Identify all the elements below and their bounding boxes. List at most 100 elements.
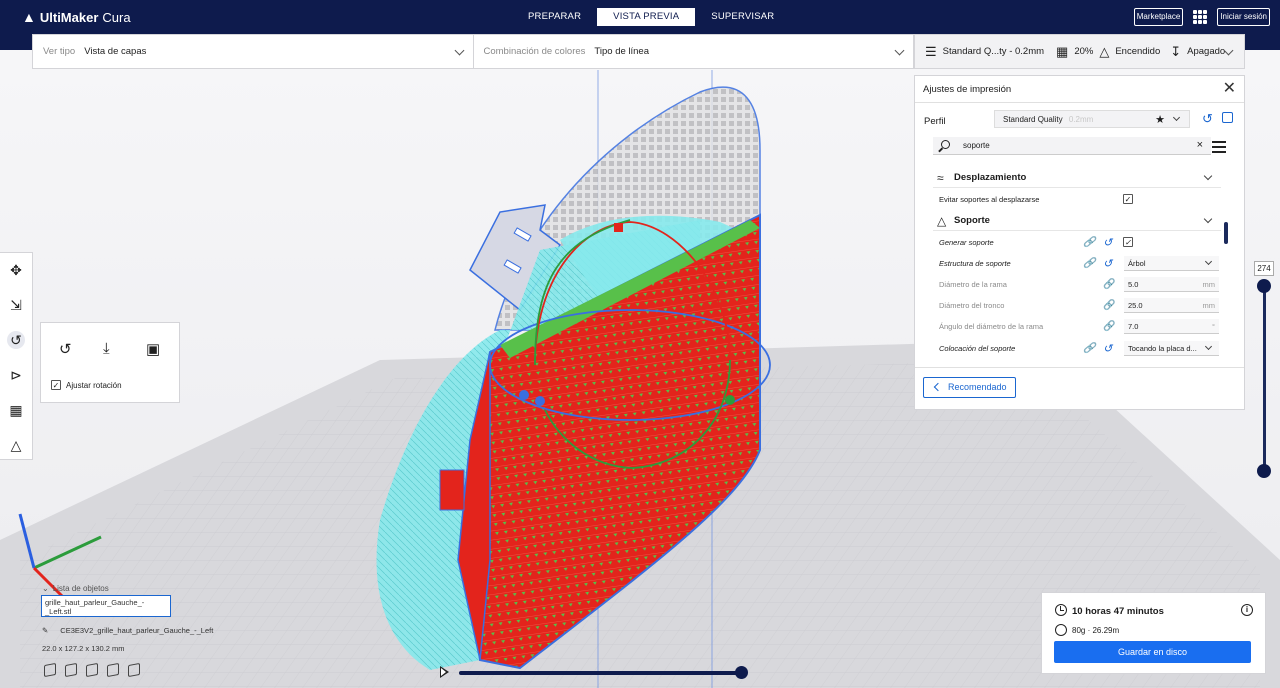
adhesion-icon: ↧ — [1170, 43, 1182, 59]
rotate-tool-icon[interactable]: ↺ — [7, 331, 25, 349]
profile-dropdown[interactable]: Standard Quality 0.2mm ★ — [994, 110, 1190, 128]
scale-tool-icon[interactable]: ⇲ — [7, 296, 25, 314]
recommended-button[interactable]: Recomendado — [923, 377, 1016, 398]
divider — [915, 367, 1244, 368]
setting-label: Diámetro del tronco — [939, 301, 1005, 310]
support-icon: △ — [1099, 43, 1110, 59]
setting-support-structure: Estructura de soporte 🔗 ↺ Árbol — [933, 253, 1221, 274]
print-time: 10 horas 47 minutos — [1072, 606, 1164, 617]
recommended-label: Recomendado — [948, 382, 1007, 392]
close-icon[interactable]: ✕ — [1223, 81, 1236, 97]
layer-slider-bottom-handle[interactable] — [1257, 464, 1271, 478]
chevron-left-icon — [933, 382, 943, 392]
layer-slider-top-handle[interactable] — [1257, 279, 1271, 293]
settings-search-input[interactable]: soporte × — [933, 137, 1211, 155]
link-icon: 🔗 — [1083, 237, 1096, 248]
category-travel[interactable]: ≈ Desplazamiento — [933, 168, 1221, 188]
lay-flat-icon[interactable]: ⤓ — [103, 340, 110, 357]
profile-label: Perfil — [924, 116, 946, 127]
sliders-icon: ☰ — [925, 43, 937, 59]
spool-icon — [1055, 624, 1067, 636]
chevron-down-icon — [1203, 171, 1213, 181]
reset-icon[interactable]: ↺ — [1103, 236, 1112, 249]
link-icon: 🔗 — [1103, 321, 1116, 332]
apps-grid-icon[interactable] — [1193, 10, 1208, 24]
path-slider-track[interactable] — [459, 671, 741, 675]
tab-monitor[interactable]: SUPERVISAR — [695, 8, 790, 26]
support-icon: △ — [937, 214, 947, 228]
infill-summary: 20% — [1074, 46, 1094, 57]
tab-prepare[interactable]: PREPARAR — [512, 8, 597, 26]
brand-name: UltiMaker — [39, 9, 99, 25]
snap-rotation-checkbox[interactable]: ✓ — [51, 380, 61, 390]
branch-angle-value: 7.0 — [1128, 322, 1139, 331]
mirror-tool-icon[interactable]: ⊳ — [7, 366, 25, 384]
login-button[interactable]: Iniciar sesión — [1217, 8, 1270, 26]
view-right-icon[interactable] — [128, 662, 140, 678]
per-model-settings-icon[interactable]: ▦ — [7, 401, 25, 419]
select-face-icon[interactable]: ▣ — [146, 340, 160, 358]
color-scheme-value: Tipo de línea — [594, 46, 649, 57]
reset-icon[interactable]: ↺ — [1103, 257, 1112, 270]
star-icon: ★ — [1155, 114, 1165, 126]
clear-search-icon[interactable]: × — [1197, 139, 1203, 151]
support-structure-select[interactable]: Árbol — [1124, 256, 1219, 271]
profile-summary: Standard Q...ty - 0.2mm — [942, 46, 1045, 57]
branch-angle-input[interactable]: 7.0 ° — [1124, 319, 1219, 334]
camera-view-buttons — [44, 662, 140, 678]
reset-icon[interactable]: ↺ — [1103, 342, 1112, 355]
ultimaker-logo-icon: ▲ — [22, 9, 36, 25]
print-settings-panel: Ajustes de impresión ✕ Perfil Standard Q… — [914, 75, 1245, 410]
hamburger-menu-icon[interactable] — [1212, 141, 1226, 156]
snap-rotation-option[interactable]: ✓ Ajustar rotación — [51, 380, 122, 390]
object-list-header[interactable]: ⌄ Lista de objetos — [42, 584, 109, 593]
pencil-icon[interactable]: ✎ — [42, 626, 48, 635]
tab-preview[interactable]: VISTA PREVIA — [597, 8, 696, 26]
generate-support-checkbox[interactable]: ✓ — [1123, 237, 1133, 247]
setting-trunk-diameter: Diámetro del tronco 🔗 25.0 mm — [933, 295, 1221, 316]
settings-scrollbar[interactable] — [1224, 222, 1228, 244]
marketplace-button[interactable]: Marketplace — [1133, 8, 1184, 26]
object-list-item[interactable]: grille_haut_parleur_Gauche_-_Left.stl — [41, 595, 171, 617]
view-type-dropdown[interactable]: Ver tipo Vista de capas — [33, 35, 474, 68]
support-structure-value: Árbol — [1128, 259, 1146, 268]
setting-branch-angle: Ángulo del diámetro de la rama 🔗 7.0 ° — [933, 316, 1221, 337]
view-left-icon[interactable] — [107, 662, 119, 678]
print-estimate-panel: 10 horas 47 minutos i 80g · 26.29m Guard… — [1041, 592, 1266, 674]
setting-label: Generar soporte — [939, 238, 994, 247]
info-icon[interactable]: i — [1241, 604, 1253, 616]
object-name-row: ✎ CE3E3V2_grille_haut_parleur_Gauche_-_L… — [42, 626, 213, 635]
branch-diameter-input[interactable]: 5.0 mm — [1124, 277, 1219, 292]
layer-slider-track[interactable] — [1263, 285, 1266, 471]
setting-branch-diameter: Diámetro de la rama 🔗 5.0 mm — [933, 274, 1221, 295]
infill-icon: ▦ — [1056, 43, 1069, 59]
adhesion-summary: Apagado — [1187, 46, 1226, 57]
app-logo: ▲ UltiMaker Cura — [22, 9, 131, 25]
reset-profile-icon[interactable]: ↺ — [1202, 111, 1213, 127]
chevron-down-icon — [1204, 342, 1213, 351]
object-dimensions: 22.0 x 127.2 x 130.2 mm — [42, 644, 125, 653]
setting-label: Colocación del soporte — [939, 344, 1016, 353]
move-tool-icon[interactable]: ✥ — [7, 261, 25, 279]
support-placement-select[interactable]: Tocando la placa d... — [1124, 341, 1219, 356]
view-front-icon[interactable] — [65, 662, 77, 678]
avoid-supports-checkbox[interactable]: ✓ — [1123, 194, 1133, 204]
print-setup-selector[interactable]: ☰ Standard Q...ty - 0.2mm ▦ 20% △ Encend… — [914, 34, 1245, 69]
trunk-diameter-input[interactable]: 25.0 mm — [1124, 298, 1219, 313]
save-profile-icon[interactable] — [1222, 112, 1233, 123]
setting-label: Evitar soportes al desplazarse — [939, 195, 1040, 204]
tool-sidebar: ✥ ⇲ ↺ ⊳ ▦ △ — [0, 252, 33, 460]
layer-number-input[interactable]: 274 — [1254, 261, 1274, 276]
color-scheme-dropdown[interactable]: Combinación de colores Tipo de línea — [474, 35, 914, 68]
save-to-disk-button[interactable]: Guardar en disco — [1054, 641, 1251, 663]
view-3d-icon[interactable] — [44, 662, 56, 678]
reset-rotation-icon[interactable]: ↺ — [59, 340, 72, 358]
chevron-down-icon — [454, 45, 464, 56]
travel-icon: ≈ — [937, 171, 944, 185]
support-blocker-icon[interactable]: △ — [7, 436, 25, 454]
view-top-icon[interactable] — [86, 662, 98, 678]
category-support[interactable]: △ Soporte — [933, 211, 1221, 231]
chevron-down-icon — [894, 45, 905, 56]
play-icon[interactable] — [440, 666, 449, 678]
path-slider-handle[interactable] — [735, 666, 748, 679]
